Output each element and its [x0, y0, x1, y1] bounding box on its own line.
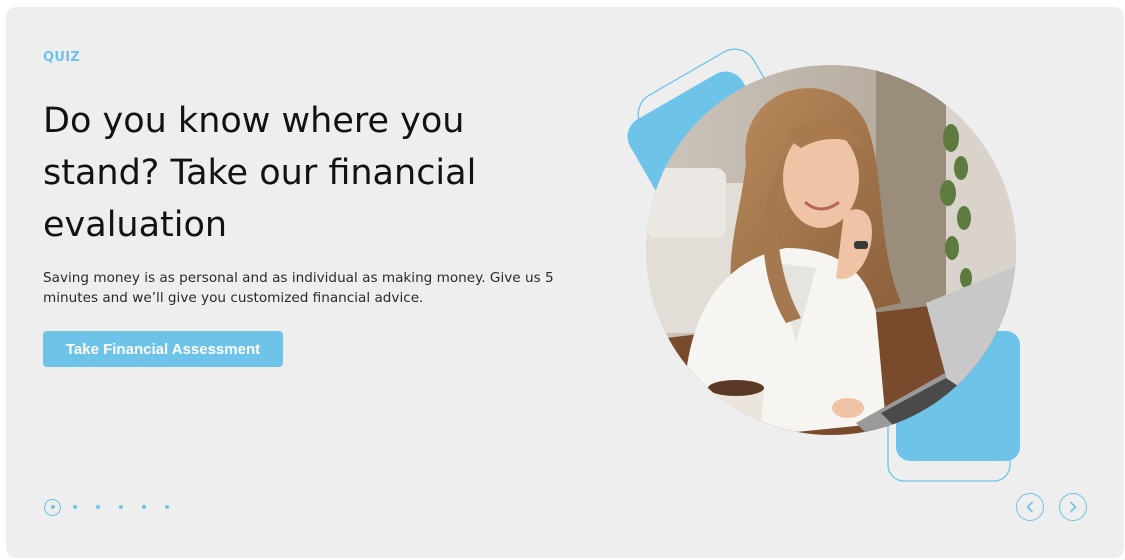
carousel-pagination [44, 497, 188, 517]
carousel-dot[interactable] [142, 505, 146, 509]
carousel-next-button[interactable] [1059, 493, 1087, 521]
body-text: Saving money is as personal and as indiv… [43, 270, 554, 306]
eyebrow-label: QUIZ [43, 50, 81, 65]
carousel-dot[interactable] [96, 505, 100, 509]
chevron-right-icon [1070, 501, 1077, 513]
chevron-left-icon [1026, 501, 1033, 513]
headline: Do you know where you stand? Take our fi… [43, 101, 477, 245]
carousel-dot-active[interactable] [44, 498, 61, 516]
take-assessment-button[interactable]: Take Financial Assessment [43, 331, 283, 367]
hero-illustration [627, 48, 1020, 482]
carousel-dot[interactable] [165, 505, 169, 509]
carousel-dot[interactable] [119, 505, 123, 509]
promo-card: QUIZ Do you know where you stand? Take o… [6, 7, 1124, 558]
carousel-prev-button[interactable] [1016, 493, 1044, 521]
carousel-dot[interactable] [73, 505, 77, 509]
